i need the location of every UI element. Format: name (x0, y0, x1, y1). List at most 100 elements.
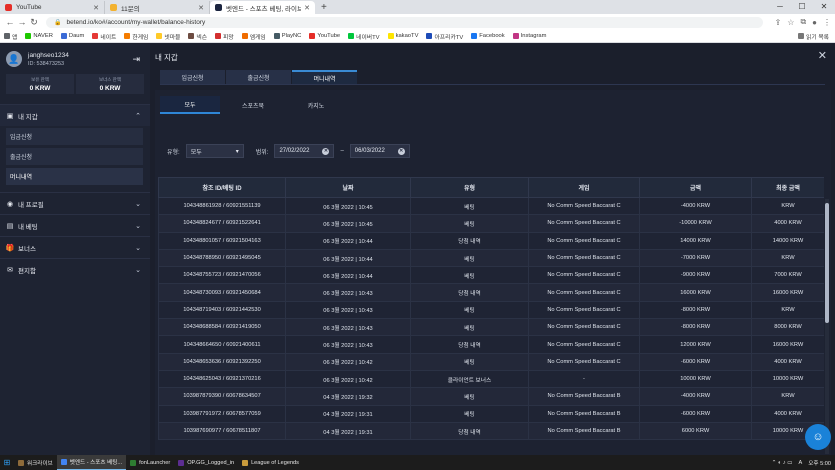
new-tab-button[interactable]: + (315, 2, 333, 13)
star-icon[interactable]: ☆ (787, 18, 794, 27)
tab-withdraw[interactable]: 출금신청 (226, 70, 291, 84)
sidebar-item-money-history[interactable]: 머니내역 (6, 168, 143, 185)
close-tab-icon[interactable]: ✕ (198, 4, 204, 12)
sidebar-item-deposit[interactable]: 입금신청 (6, 128, 143, 145)
browser-tab-active[interactable]: 벳엔드 - 스포츠 베팅, 라이브 카... ✕ (210, 1, 315, 14)
bookmark-item[interactable]: Daum (60, 33, 85, 39)
share-icon[interactable]: ⇪ (775, 18, 782, 27)
language-indicator[interactable]: A (799, 460, 803, 466)
table-scrollbar[interactable] (825, 199, 829, 454)
taskbar-item[interactable]: OP.GG_Logged_in (174, 455, 238, 470)
table-cell: No Comm Speed Baccarat C (528, 231, 640, 250)
sidebar-item-withdraw[interactable]: 출금신청 (6, 148, 143, 165)
bookmark-item[interactable]: 넥슨 (188, 32, 207, 41)
scrollbar-thumb[interactable] (825, 203, 829, 323)
menu-dots-icon[interactable]: ⋮ (823, 18, 831, 27)
bookmark-item[interactable]: PlayNC (273, 33, 301, 39)
bookmark-label: Daum (68, 33, 85, 39)
reload-icon[interactable]: ↻ (28, 17, 40, 28)
bookmark-label: kakaoTV (395, 33, 419, 39)
table-cell: 당첨 내역 (410, 335, 529, 354)
menu-profile[interactable]: ◉ 내 프로필 ⌄ (0, 192, 150, 214)
taskbar-item-label: OP.GG_Logged_in (187, 459, 235, 466)
browser-tab[interactable]: YouTube ✕ (0, 1, 105, 14)
close-tab-icon[interactable]: ✕ (93, 4, 99, 12)
clear-date-icon[interactable]: ✕ (397, 147, 405, 155)
table-row[interactable]: 103987879390 / 60678634507 04 3월 2022 | 1… (158, 387, 824, 406)
table-row[interactable]: 104348755723 / 60921470056 06 3월 2022 | 1… (158, 266, 824, 285)
table-cell: -8000 KRW (639, 318, 752, 337)
menu-inbox[interactable]: ✉ 편지함 ⌄ (0, 258, 150, 280)
menu-bonus[interactable]: 🎁 보너스 ⌄ (0, 236, 150, 258)
bookmark-item[interactable]: 한게임 (124, 32, 148, 41)
bookmark-icon (124, 33, 131, 39)
table-cell: No Comm Speed Baccarat C (528, 352, 640, 371)
subtab-sportsbook[interactable]: 스포츠북 (223, 96, 283, 114)
table-row[interactable]: 104348861928 / 60921551139 06 3월 2022 | 1… (158, 196, 824, 216)
taskbar-item[interactable]: 벳엔드 - 스포츠 베팅... (56, 455, 127, 470)
table-row[interactable]: 104348719403 / 60921442530 06 3월 2022 | 1… (158, 300, 824, 320)
bookmark-item[interactable]: 아프리카TV (426, 32, 463, 41)
reading-list[interactable]: 읽기 목록 (798, 32, 829, 41)
table-cell: -7000 KRW (639, 248, 752, 268)
bonus-balance: 보너스 잔액 0 KRW (76, 74, 144, 94)
url-field[interactable]: 🔒 betend.io/ko#/account/my-wallet/balanc… (46, 16, 763, 28)
bookmark-item[interactable]: YouTube (309, 33, 340, 39)
logout-icon[interactable]: ⇥ (132, 54, 140, 65)
taskbar-item[interactable]: fonLauncher (126, 455, 174, 470)
bookmark-item[interactable]: 피망 (215, 32, 234, 41)
close-tab-icon[interactable]: ✕ (304, 4, 310, 12)
table-cell: -6000 KRW (639, 352, 752, 371)
table-cell: 104348719403 / 60921442530 (158, 300, 286, 320)
date-from-field[interactable]: 27/02/2022 ✕ (274, 144, 335, 158)
bookmark-item[interactable]: 네이버TV (348, 32, 380, 41)
table-row[interactable]: 104348625043 / 60921370216 06 3월 2022 | 1… (158, 369, 824, 389)
table-row[interactable]: 104348664650 / 60921400611 06 3월 2022 | 1… (158, 335, 824, 354)
taskbar-item[interactable]: 워크라이브 (14, 455, 57, 470)
bookmark-item[interactable]: 넷마블 (156, 32, 180, 41)
close-icon[interactable]: ✕ (818, 49, 827, 62)
table-row[interactable]: 104348801057 / 60921504163 06 3월 2022 | 1… (158, 231, 824, 250)
taskbar-item[interactable]: League of Legends (238, 455, 303, 470)
profile-icon[interactable]: ● (812, 18, 817, 27)
table-row[interactable]: 103987791972 / 60678577059 04 3월 2022 | 1… (158, 404, 824, 423)
close-window-icon[interactable]: ✕ (813, 0, 835, 14)
table-row[interactable]: 104348788950 / 60921495045 06 3월 2022 | 1… (158, 248, 824, 268)
table-row[interactable]: 104348688584 / 60921419050 06 3월 2022 | 1… (158, 318, 824, 337)
type-select[interactable]: 모두 ▾ (185, 144, 244, 158)
forward-icon[interactable]: → (16, 17, 28, 27)
clear-date-icon[interactable]: ✕ (322, 147, 330, 155)
menu-my-bets[interactable]: ▤ 내 베팅 ⌄ (0, 214, 150, 236)
bookmark-item[interactable]: kakaoTV (387, 33, 419, 39)
filter-row: 유형: 모두 ▾ 범위: 27/02/2022 ✕ – 06/03/2022 ✕ (167, 144, 410, 158)
browser-tab[interactable]: 11문의 ✕ (105, 1, 210, 14)
back-icon[interactable]: ← (4, 17, 16, 27)
clock[interactable]: 오후 5:00 (808, 459, 831, 467)
tab-deposit[interactable]: 입금신청 (160, 70, 225, 84)
maximize-icon[interactable]: ☐ (791, 0, 813, 14)
date-to-field[interactable]: 06/03/2022 ✕ (349, 144, 410, 158)
bookmark-item[interactable]: NAVER (25, 33, 53, 39)
table-row[interactable]: 104348653636 / 60921392250 06 3월 2022 | 1… (158, 352, 824, 371)
table-row[interactable]: 103987690977 / 60678511807 04 3월 2022 | 1… (158, 421, 824, 441)
bookmark-item[interactable]: 엠게임 (241, 32, 266, 41)
menu-wallet[interactable]: ▣ 내 지갑 ⌃ (0, 104, 150, 126)
table-row[interactable]: 104348730093 / 60921450684 06 3월 2022 | 1… (158, 283, 824, 302)
bookmark-item[interactable]: Instagram (512, 33, 546, 39)
table-cell: No Comm Speed Baccarat C (528, 196, 640, 216)
subtab-all[interactable]: 모두 (160, 96, 220, 114)
address-bar-row: ← → ↻ 🔒 betend.io/ko#/account/my-wallet/… (0, 14, 835, 30)
minimize-icon[interactable]: ─ (769, 0, 791, 14)
bookmark-item[interactable]: Facebook (471, 33, 505, 39)
table-cell: -4000 KRW (639, 196, 752, 216)
table-row[interactable]: 104348824677 / 60921522641 06 3월 2022 | 1… (158, 214, 824, 233)
bookmark-icon (387, 33, 394, 39)
tab-money-history[interactable]: 머니내역 (292, 70, 357, 84)
bookmark-item[interactable]: 앱 (4, 32, 17, 41)
bookmark-item[interactable]: 네이트 (92, 32, 116, 41)
bookmark-icon (512, 33, 519, 39)
windows-start-icon[interactable]: ⊞ (0, 458, 14, 467)
extensions-icon[interactable]: ⧉ (800, 17, 806, 27)
chat-support-button[interactable]: ☺ (805, 424, 831, 450)
subtab-casino[interactable]: 카지노 (286, 96, 346, 114)
